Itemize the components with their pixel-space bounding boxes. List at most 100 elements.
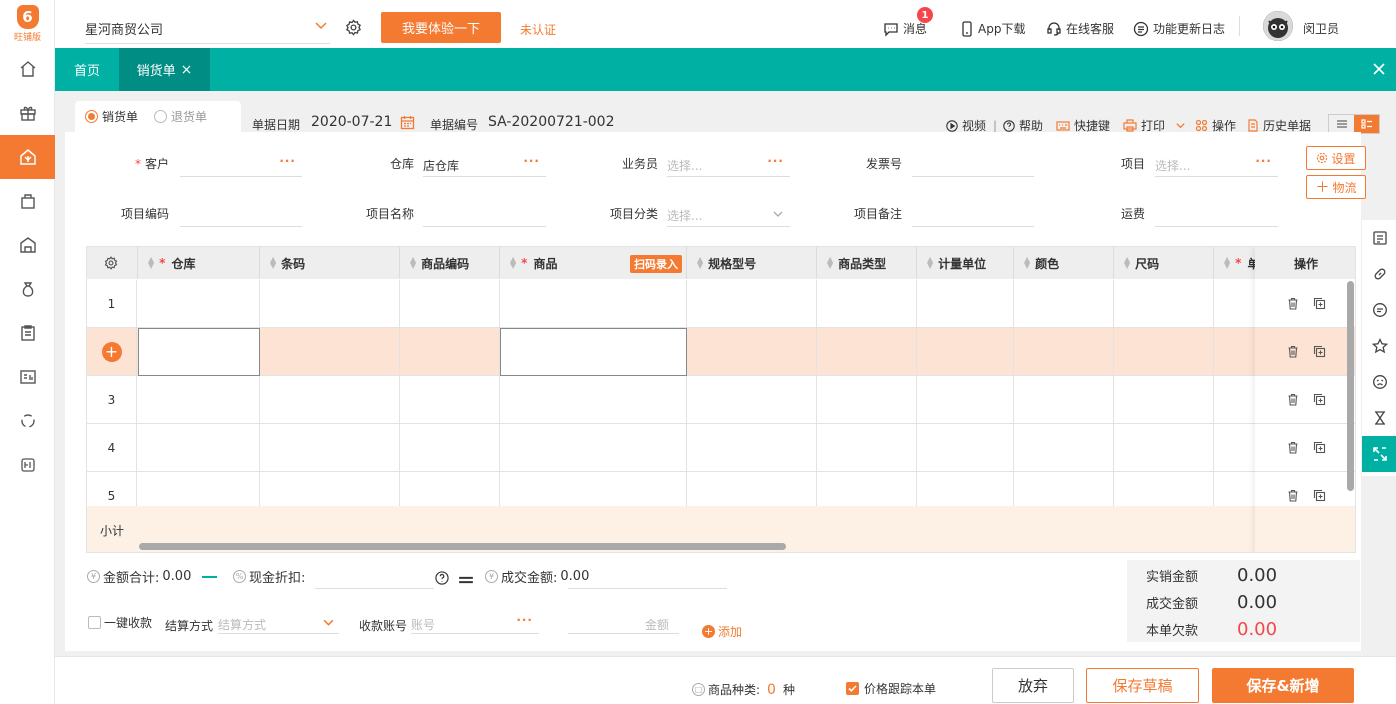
sidebar-item-inventory[interactable] [0, 311, 55, 355]
amount-field[interactable]: 金额 [568, 612, 679, 634]
username[interactable]: 闵卫员 [1303, 20, 1339, 37]
company-select[interactable]: 星河商贸公司 [85, 13, 330, 44]
column-barcode[interactable]: ▲ ▼ 条码 [260, 247, 400, 279]
column-product-code[interactable]: ▲ ▼ 商品编码 [400, 247, 500, 279]
column-settings[interactable] [87, 247, 138, 279]
rail-tools[interactable] [1362, 400, 1396, 436]
project-note-field[interactable] [912, 202, 1034, 227]
radio-returns[interactable] [154, 110, 168, 123]
scan-entry-tag[interactable]: 扫码录入 [630, 255, 682, 273]
table-cell[interactable] [1014, 328, 1114, 376]
table-cell[interactable] [687, 424, 817, 472]
table-cell[interactable] [917, 376, 1014, 424]
table-cell[interactable] [817, 376, 917, 424]
table-cell[interactable] [1114, 328, 1214, 376]
app-download-link[interactable]: App下载 [960, 20, 1025, 37]
table-cell[interactable] [500, 328, 687, 376]
table-cell[interactable] [1014, 280, 1114, 328]
sidebar-item-home[interactable] [0, 47, 55, 91]
sidebar-item-new[interactable] [0, 443, 55, 487]
card-view-button[interactable] [1354, 115, 1379, 133]
sidebar-item-reports[interactable] [0, 355, 55, 399]
view-toggle[interactable] [1328, 114, 1380, 134]
gear-icon[interactable] [345, 19, 362, 36]
delete-icon[interactable] [1287, 297, 1299, 310]
discard-button[interactable]: 放弃 [992, 668, 1074, 703]
sidebar-item-cycle[interactable] [0, 399, 55, 443]
more-icon[interactable]: ··· [279, 154, 296, 168]
logistics-button[interactable]: ＋ 物流 [1306, 175, 1366, 199]
date-value[interactable]: 2020-07-21 [311, 114, 392, 130]
table-cell[interactable] [400, 376, 500, 424]
rail-favorite[interactable] [1362, 328, 1396, 364]
table-cell[interactable] [138, 376, 260, 424]
rail-link[interactable] [1362, 256, 1396, 292]
table-cell[interactable] [817, 424, 917, 472]
table-cell[interactable] [687, 376, 817, 424]
one-click-checkbox[interactable] [88, 616, 101, 629]
table-cell[interactable] [917, 424, 1014, 472]
help-icon[interactable] [435, 571, 449, 585]
sidebar-item-purchase[interactable] [0, 179, 55, 223]
tab-sales-order[interactable]: 销货单 × [119, 48, 210, 91]
vertical-scrollbar[interactable] [1347, 281, 1354, 491]
radio-returns-label[interactable]: 退货单 [171, 108, 207, 125]
table-cell[interactable] [1214, 424, 1257, 472]
delete-icon[interactable] [1287, 393, 1299, 406]
radio-sales-label[interactable]: 销货单 [102, 108, 138, 125]
copy-icon[interactable] [1313, 489, 1326, 502]
rail-notes[interactable] [1362, 220, 1396, 256]
table-cell[interactable] [817, 328, 917, 376]
table-cell[interactable] [1014, 424, 1114, 472]
sidebar-item-warehouse[interactable] [0, 223, 55, 267]
sidebar-item-promo[interactable] [0, 91, 55, 135]
table-cell[interactable] [138, 328, 260, 376]
table-cell[interactable] [400, 328, 500, 376]
delete-icon[interactable] [1287, 489, 1299, 502]
table-cell[interactable] [1114, 376, 1214, 424]
settle-select[interactable]: 结算方式 [218, 612, 339, 634]
table-cell[interactable] [400, 424, 500, 472]
rail-feedback[interactable] [1362, 364, 1396, 400]
tab-close-icon[interactable]: × [181, 62, 193, 78]
online-service-link[interactable]: 在线客服 [1046, 20, 1114, 37]
row-number[interactable]: + [87, 328, 137, 376]
column-size[interactable]: ▲ ▼ 尺码 [1114, 247, 1214, 279]
price-track[interactable]: 价格跟踪本单 [846, 680, 936, 697]
add-row-icon[interactable]: + [101, 342, 122, 362]
try-button[interactable]: 我要体验一下 [381, 12, 501, 43]
project-field[interactable]: 选择... ··· [1155, 152, 1278, 177]
copy-icon[interactable] [1313, 393, 1326, 406]
project-category-field[interactable]: 选择... [667, 202, 790, 227]
delete-icon[interactable] [1287, 345, 1299, 358]
table-cell[interactable] [1214, 280, 1257, 328]
more-icon[interactable]: ··· [1255, 154, 1272, 168]
table-cell[interactable] [817, 280, 917, 328]
table-cell[interactable] [1214, 328, 1257, 376]
table-cell[interactable] [260, 424, 400, 472]
table-cell[interactable] [400, 280, 500, 328]
column-spec[interactable]: ▲ ▼ 规格型号 [687, 247, 817, 279]
freight-field[interactable] [1155, 202, 1278, 227]
radio-sales[interactable] [85, 110, 98, 123]
close-icon[interactable] [1372, 62, 1386, 76]
one-click-collect[interactable]: 一键收款 [88, 614, 152, 631]
save-draft-button[interactable]: 保存草稿 [1086, 668, 1199, 703]
project-name-field[interactable] [423, 202, 546, 227]
changelog-link[interactable]: 功能更新日志 [1133, 20, 1225, 37]
table-cell[interactable] [1014, 376, 1114, 424]
sidebar-item-finance[interactable] [0, 267, 55, 311]
table-cell[interactable] [138, 280, 260, 328]
table-cell[interactable] [260, 280, 400, 328]
table-cell[interactable] [917, 328, 1014, 376]
rail-expand[interactable] [1362, 436, 1396, 472]
column-product-type[interactable]: ▲ ▼ 商品类型 [817, 247, 917, 279]
avatar[interactable] [1263, 11, 1293, 41]
copy-icon[interactable] [1313, 441, 1326, 454]
table-cell[interactable] [1114, 280, 1214, 328]
messages-link[interactable]: 消息 [883, 20, 927, 37]
copy-icon[interactable] [1313, 345, 1326, 358]
discount-input[interactable] [315, 567, 434, 589]
settings-button[interactable]: 设置 [1306, 146, 1366, 170]
copy-icon[interactable] [1313, 297, 1326, 310]
